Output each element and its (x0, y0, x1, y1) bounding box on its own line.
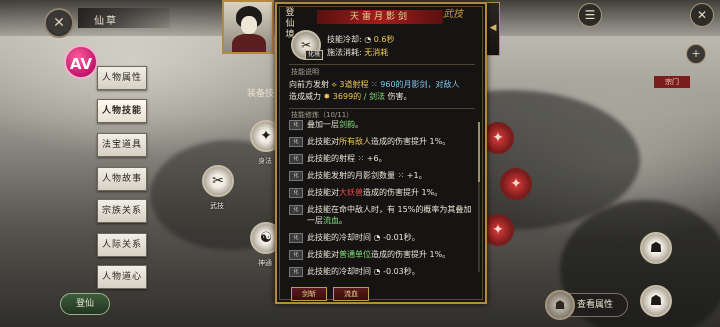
mods-scrollbar[interactable] (478, 122, 480, 272)
skill-description: 向前方发射 ⟡ 3道射程 ⁙ 960的月影剑，对敌人 造成威力 ✸ 3699的 … (289, 79, 477, 103)
mod-text: 此技能对大妖兽造成的伤害提升 1%。 (307, 188, 443, 197)
skill-slot-martial[interactable]: ✂ (202, 165, 234, 197)
skill-slot-divine-label: 神通 (258, 259, 272, 267)
skill-node[interactable]: ✦ (500, 168, 532, 200)
menu-item-treasures[interactable]: 法宝道具 (97, 133, 147, 157)
divider (289, 108, 475, 109)
list-item: 化 此技能发射的月影剑数量 ⁙ +1。 (289, 170, 475, 181)
desc-range: 960的月影剑，对敌人 (380, 80, 460, 89)
clock-icon: ◔ (364, 35, 372, 44)
mod-badge: 化 (289, 188, 303, 198)
mod-text: 此技能的冷却时间 ◔ -0.01秒。 (307, 233, 420, 242)
skill-tier-tag: 化境 (305, 50, 324, 60)
sword-mini-icon: ∕ (363, 92, 367, 101)
cost-line: 施法消耗: 无消耗 (327, 47, 388, 58)
list-item: 化 此技能的冷却时间 ◔ -0.03秒。 (289, 266, 475, 277)
menu-item-story[interactable]: 人物故事 (97, 167, 147, 191)
tag-button-slash[interactable]: 剑斩 (291, 287, 327, 301)
mod-text: 此技能的射程 ⁙ +6。 (307, 154, 387, 163)
sword-icon: ✦ (510, 176, 522, 192)
list-item: 化 此技能对普通单位造成的伤害提升 1%。 (289, 249, 475, 260)
character-name: 仙草 (78, 8, 170, 28)
expand-button[interactable]: + (686, 44, 706, 64)
portrait-face (241, 16, 257, 34)
mod-badge: 化 (289, 154, 303, 164)
menu-button[interactable]: ☰ (578, 3, 602, 27)
mod-text: 此技能在命中敌人时，有 15%的概率为其叠加一层流血。 (307, 205, 472, 225)
list-item: 化 叠加一层剑韵。 (289, 119, 475, 130)
mod-badge: 化 (289, 250, 303, 260)
power-icon: ✸ (323, 92, 331, 101)
menu-icon: ☰ (584, 8, 596, 22)
portrait-body (232, 34, 266, 52)
list-item: 化 此技能对所有敌人造成的伤害提升 1%。 (289, 136, 475, 147)
figure-icon: ☗ (649, 240, 663, 256)
exit-button[interactable]: ✕ (690, 3, 714, 27)
figure-icon: ☗ (649, 293, 663, 309)
cooldown-label: 技能冷却: (327, 35, 362, 44)
list-item: 化 此技能的射程 ⁙ +6。 (289, 153, 475, 164)
view-attributes-label: 查看属性 (577, 300, 614, 310)
scrollbar-thumb[interactable] (478, 122, 480, 182)
tag-button-bleed[interactable]: 流血 (333, 287, 369, 301)
app-logo: AV (64, 45, 98, 79)
martial-skill-icon: ✂ (212, 173, 224, 189)
range-icon: ⁙ (371, 80, 378, 89)
menu-item-clan[interactable]: 宗族关系 (97, 199, 147, 223)
close-icon: ✕ (696, 8, 708, 22)
mod-text: 此技能对普通单位造成的伤害提升 1%。 (307, 250, 451, 259)
mod-text: 叠加一层剑韵。 (307, 120, 363, 129)
skill-slot-martial-label: 武技 (210, 202, 224, 210)
sword-icon: ✦ (492, 222, 504, 238)
menu-item-skills[interactable]: 人物技能 (97, 99, 147, 123)
projectile-icon: ⟡ (331, 80, 337, 89)
desc-text: 伤害。 (387, 92, 412, 101)
cooldown-line: 技能冷却: ◔ 0.6秒 (327, 34, 395, 45)
skill-title: 天雷月影剑 (317, 10, 443, 24)
menu-item-relations[interactable]: 人际关系 (97, 233, 147, 257)
character-portrait (222, 0, 274, 54)
list-item: 化 此技能对大妖兽造成的伤害提升 1%。 (289, 187, 475, 198)
desc-power: 3699的 (332, 92, 362, 101)
sword-icon: ✦ (492, 130, 504, 146)
desc-text: 造成威力 (289, 92, 321, 101)
mod-text: 此技能的冷却时间 ◔ -0.03秒。 (307, 267, 420, 276)
mods-list[interactable]: 化 叠加一层剑韵。 化 此技能对所有敌人造成的伤害提升 1%。 化 此技能的射程… (289, 119, 475, 282)
description-heading: 技能说明 (291, 68, 319, 76)
mod-badge: 化 (289, 233, 303, 243)
equip-label: 装备技 (247, 89, 275, 99)
desc-text: 向前方发射 (289, 80, 329, 89)
desc-count: 3道射程 (339, 80, 369, 89)
skill-tooltip-panel: 登仙境 天雷月影剑 武技 ✂ 化境 技能冷却: ◔ 0.6秒 施法消耗: 无消耗… (275, 2, 487, 304)
skill-node[interactable]: ☗ (640, 285, 672, 317)
list-item: 化 此技能在命中敌人时，有 15%的概率为其叠加一层流血。 (289, 204, 475, 226)
cooldown-value: 0.6秒 (373, 35, 395, 44)
skill-type-mark: 武技 (443, 9, 463, 20)
mod-text: 此技能发射的月影剑数量 ⁙ +1。 (307, 171, 427, 180)
menu-item-attributes[interactable]: 人物属性 (97, 66, 147, 90)
mod-badge: 化 (289, 267, 303, 277)
movement-skill-icon: ✦ (260, 128, 272, 144)
list-item: 化 此技能的冷却时间 ◔ -0.01秒。 (289, 232, 475, 243)
menu-item-dao-heart[interactable]: 人物道心 (97, 265, 147, 289)
mod-badge: 化 (289, 205, 303, 215)
view-attributes-button[interactable]: ☗ 查看属性 (545, 290, 628, 320)
close-icon: ✕ (53, 15, 65, 31)
ascend-button[interactable]: 登仙 (60, 293, 110, 315)
desc-damage-type: 剑法 (368, 92, 385, 101)
cost-label: 施法消耗: (327, 48, 362, 57)
divider (289, 64, 475, 65)
attributes-icon: ☗ (545, 290, 575, 320)
mod-badge: 化 (289, 120, 303, 130)
collapse-tab[interactable]: ◀ (486, 2, 500, 56)
mod-badge: 化 (289, 171, 303, 181)
skill-slot-movement-label: 身法 (258, 157, 272, 165)
divine-skill-icon: ☯ (259, 230, 273, 246)
mod-badge: 化 (289, 137, 303, 147)
skill-node[interactable]: ☗ (640, 232, 672, 264)
cost-value: 无消耗 (364, 48, 389, 57)
mod-text: 此技能对所有敌人造成的伤害提升 1%。 (307, 137, 451, 146)
close-button[interactable]: ✕ (44, 8, 74, 38)
sect-tag: 宗门 (654, 76, 690, 88)
